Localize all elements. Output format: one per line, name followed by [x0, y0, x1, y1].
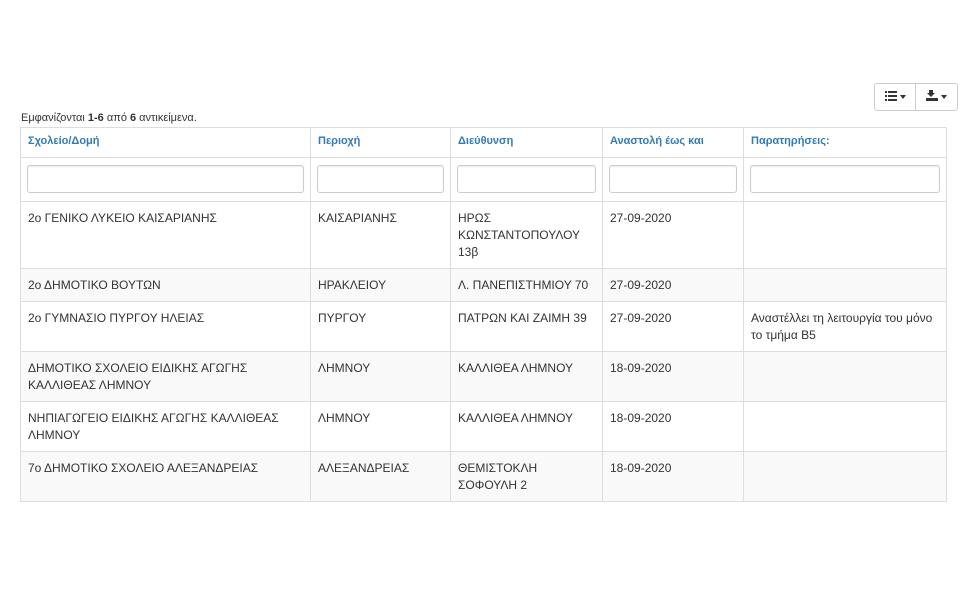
cell-area: ΠΥΡΓΟΥ [310, 301, 451, 352]
cell-suspension-date: 27-09-2020 [602, 301, 744, 352]
cell-school: 2ο ΓΥΜΝΑΣΙΟ ΠΥΡΓΟΥ ΗΛΕΙΑΣ [20, 301, 311, 352]
cell-area: ΗΡΑΚΛΕΙΟΥ [310, 268, 451, 302]
filter-suspension-input[interactable] [609, 165, 737, 193]
cell-suspension-date: 27-09-2020 [602, 268, 744, 302]
cell-area: ΑΛΕΞΑΝΔΡΕΙΑΣ [310, 451, 451, 502]
schools-table: Σχολείο/Δομή Περιοχή Διεύθυνση Αναστολή … [20, 127, 947, 502]
cell-area: ΛΗΜΝΟΥ [310, 401, 451, 452]
filter-notes-input[interactable] [750, 165, 940, 193]
column-header-school[interactable]: Σχολείο/Δομή [20, 127, 311, 158]
table-row: 2ο ΓΥΜΝΑΣΙΟ ΠΥΡΓΟΥ ΗΛΕΙΑΣ ΠΥΡΓΟΥ ΠΑΤΡΩΝ … [20, 301, 947, 352]
cell-address: ΚΑΛΛΙΘΕΑ ΛΗΜΝΟΥ [450, 401, 603, 452]
cell-notes [743, 401, 947, 452]
filter-address-input[interactable] [457, 165, 596, 193]
header-row: Σχολείο/Δομή Περιοχή Διεύθυνση Αναστολή … [20, 127, 947, 158]
column-header-area[interactable]: Περιοχή [310, 127, 451, 158]
table-row: 7ο ΔΗΜΟΤΙΚΟ ΣΧΟΛΕΙΟ ΑΛΕΞΑΝΔΡΕΙΑΣ ΑΛΕΞΑΝΔ… [20, 451, 947, 502]
cell-notes [743, 201, 947, 269]
toggle-columns-button[interactable] [874, 83, 916, 111]
filter-row [20, 157, 947, 202]
summary-middle: από [103, 112, 130, 124]
column-header-notes[interactable]: Παρατηρήσεις: [743, 127, 947, 158]
cell-address: ΚΑΛΛΙΘΕΑ ΛΗΜΝΟΥ [450, 351, 603, 402]
cell-address: ΗΡΩΣ ΚΩΝΣΤΑΝΤΟΠΟΥΛΟΥ 13β [450, 201, 603, 269]
cell-address: ΠΑΤΡΩΝ ΚΑΙ ΖΑΙΜΗ 39 [450, 301, 603, 352]
cell-school: 7ο ΔΗΜΟΤΙΚΟ ΣΧΟΛΕΙΟ ΑΛΕΞΑΝΔΡΕΙΑΣ [20, 451, 311, 502]
summary-prefix: Εμφανίζονται [21, 112, 88, 124]
column-header-suspension-until[interactable]: Αναστολή έως και [602, 127, 744, 158]
cell-notes [743, 451, 947, 502]
cell-area: ΚΑΙΣΑΡΙΑΝΗΣ [310, 201, 451, 269]
grid-toolbar [874, 83, 958, 111]
table-row: 2ο ΔΗΜΟΤΙΚΟ ΒΟΥΤΩΝ ΗΡΑΚΛΕΙΟΥ Λ. ΠΑΝΕΠΙΣΤ… [20, 268, 947, 302]
cell-address: ΘΕΜΙΣΤΟΚΛΗ ΣΟΦΟΥΛΗ 2 [450, 451, 603, 502]
cell-suspension-date: 27-09-2020 [602, 201, 744, 269]
chevron-down-icon [941, 95, 947, 99]
table-row: 2ο ΓΕΝΙΚΟ ΛΥΚΕΙΟ ΚΑΙΣΑΡΙΑΝΗΣ ΚΑΙΣΑΡΙΑΝΗΣ… [20, 201, 947, 269]
summary-range: 1-6 [87, 112, 104, 124]
cell-school: 2ο ΔΗΜΟΤΙΚΟ ΒΟΥΤΩΝ [20, 268, 311, 302]
cell-notes [743, 351, 947, 402]
cell-address: Λ. ΠΑΝΕΠΙΣΤΗΜΙΟΥ 70 [450, 268, 603, 302]
summary-suffix: αντικείμενα. [136, 112, 197, 124]
list-icon [884, 90, 897, 104]
chevron-down-icon [899, 95, 906, 99]
cell-suspension-date: 18-09-2020 [602, 451, 744, 502]
cell-notes: Αναστέλλει τη λειτουργία του μόνο το τμή… [743, 301, 947, 352]
cell-school: ΝΗΠΙΑΓΩΓΕΙΟ ΕΙΔΙΚΗΣ ΑΓΩΓΗΣ ΚΑΛΛΙΘΕΑΣ ΛΗΜ… [20, 401, 311, 452]
cell-school: 2ο ΓΕΝΙΚΟ ΛΥΚΕΙΟ ΚΑΙΣΑΡΙΑΝΗΣ [20, 201, 311, 269]
cell-suspension-date: 18-09-2020 [602, 351, 744, 402]
column-header-address[interactable]: Διεύθυνση [450, 127, 603, 158]
table-row: ΝΗΠΙΑΓΩΓΕΙΟ ΕΙΔΙΚΗΣ ΑΓΩΓΗΣ ΚΑΛΛΙΘΕΑΣ ΛΗΜ… [20, 401, 947, 452]
export-icon [926, 90, 938, 104]
results-summary: Εμφανίζονται 1-6 από 6 αντικείμενα. [21, 112, 197, 124]
filter-school-input[interactable] [27, 165, 304, 193]
filter-area-input[interactable] [317, 165, 444, 193]
cell-school: ΔΗΜΟΤΙΚΟ ΣΧΟΛΕΙΟ ΕΙΔΙΚΗΣ ΑΓΩΓΗΣ ΚΑΛΛΙΘΕΑ… [20, 351, 311, 402]
cell-suspension-date: 18-09-2020 [602, 401, 744, 452]
cell-notes [743, 268, 947, 302]
export-button[interactable] [916, 83, 958, 111]
table-row: ΔΗΜΟΤΙΚΟ ΣΧΟΛΕΙΟ ΕΙΔΙΚΗΣ ΑΓΩΓΗΣ ΚΑΛΛΙΘΕΑ… [20, 351, 947, 402]
cell-area: ΛΗΜΝΟΥ [310, 351, 451, 402]
